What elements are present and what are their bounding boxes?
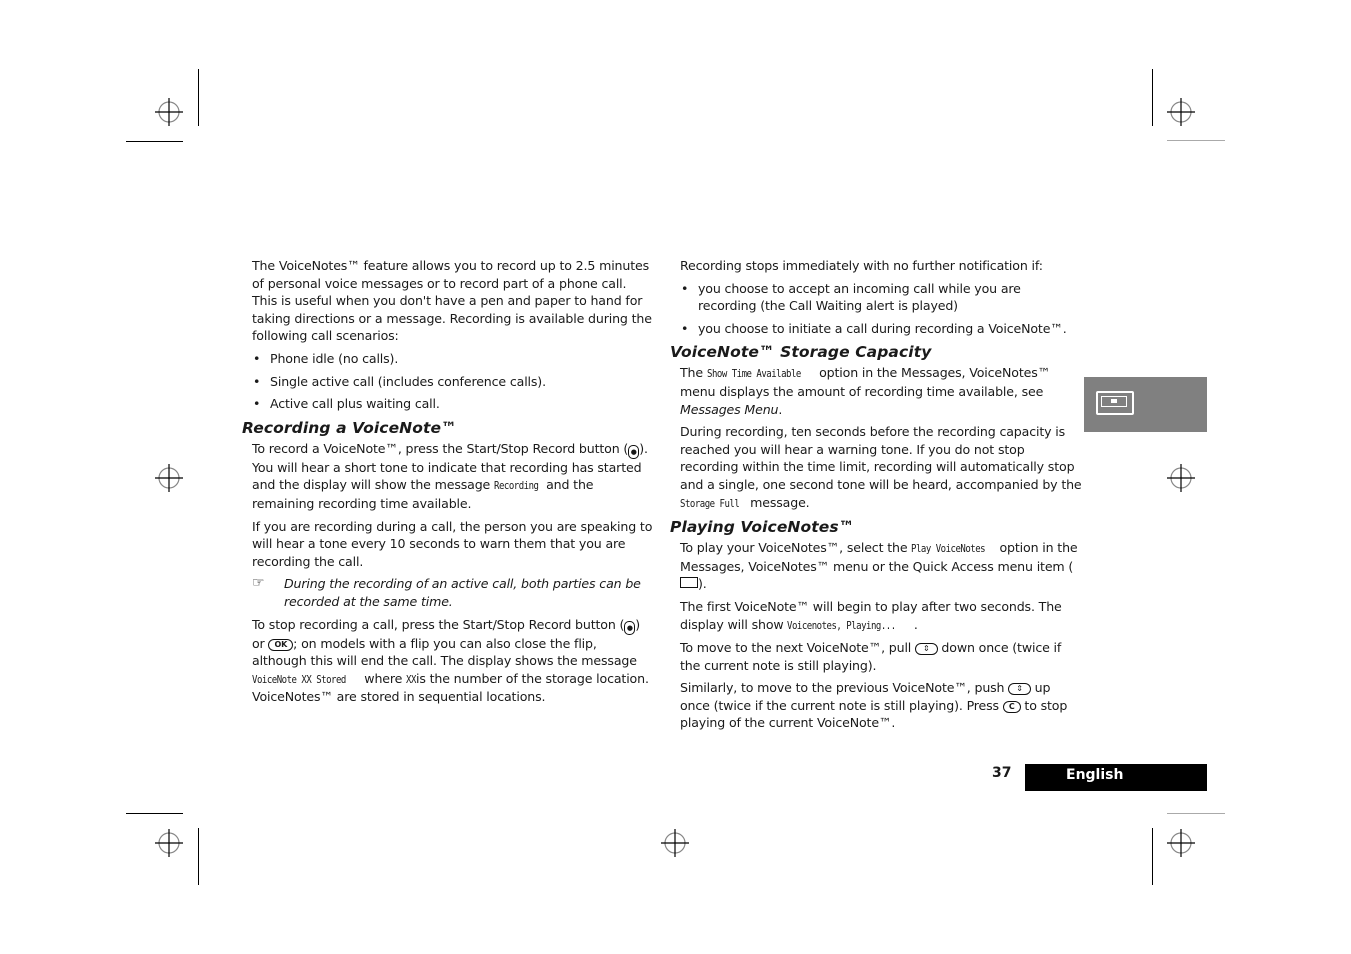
ok-key-icon: OK <box>268 638 294 651</box>
play-first-paragraph: The first VoiceNote™ will begin to play … <box>680 598 1082 634</box>
play-previous-paragraph: Similarly, to move to the previous Voice… <box>680 679 1082 732</box>
note: ☞ During the recording of an active call,… <box>252 575 654 610</box>
stops-item: you choose to initiate a call during rec… <box>680 320 1082 338</box>
registration-mark-icon <box>155 829 183 857</box>
text: The <box>680 365 707 381</box>
navigation-key-icon: ⇕ <box>915 643 938 656</box>
section-tab <box>1084 377 1207 432</box>
lcd-text: VoiceNote XX Stored <box>252 672 346 686</box>
left-column: The VoiceNotes™ feature allows you to re… <box>242 257 654 711</box>
scenario-item: Phone idle (no calls). <box>252 350 654 368</box>
cassette-icon <box>1096 391 1134 415</box>
navigation-key-icon: ⇕ <box>1008 683 1031 696</box>
text: message. <box>746 494 810 510</box>
registration-mark-icon <box>155 464 183 492</box>
scenario-item: Active call plus waiting call. <box>252 395 654 413</box>
lcd-text: Play VoiceNotes <box>911 542 986 556</box>
text: ; on models with a flip you can also clo… <box>252 635 637 669</box>
lcd-text: Voicenotes, Playing... <box>787 618 897 632</box>
lcd-text: Recording <box>494 479 539 493</box>
hand-pointing-icon: ☞ <box>252 575 265 592</box>
text: . <box>913 616 918 632</box>
crop-mark <box>1152 828 1153 885</box>
text: To move to the next VoiceNote™, pull <box>680 640 916 656</box>
scenario-item: Single active call (includes conference … <box>252 373 654 391</box>
lcd-text: Storage Full <box>680 496 740 510</box>
storage-warning-paragraph: During recording, ten seconds before the… <box>680 423 1082 512</box>
note-text: During the recording of an active call, … <box>284 576 641 609</box>
recording-paragraph: To record a VoiceNote™, press the Start/… <box>252 440 654 513</box>
recording-heading: Recording a VoiceNote™ <box>242 418 457 437</box>
stop-paragraph: To stop recording a call, press the Star… <box>252 616 654 706</box>
page-number: 37 <box>992 765 1012 781</box>
registration-mark-icon <box>661 829 689 857</box>
intro-paragraph: The VoiceNotes™ feature allows you to re… <box>252 258 652 344</box>
crop-mark <box>1152 69 1153 126</box>
stops-item: you choose to accept an incoming call wh… <box>680 280 1082 315</box>
crop-mark <box>1167 140 1225 141</box>
registration-mark-icon <box>1167 829 1195 857</box>
record-button-icon: ● <box>628 444 640 459</box>
text: During recording, ten seconds before the… <box>680 424 1082 492</box>
storage-heading: VoiceNote™ Storage Capacity <box>670 343 932 362</box>
right-column: Recording stops immediately with no furt… <box>670 257 1082 737</box>
crop-mark <box>1167 813 1225 814</box>
crop-mark <box>126 141 183 142</box>
record-button-icon: ● <box>624 620 636 635</box>
storage-paragraph: The Show Time Available option in the Me… <box>680 364 1082 418</box>
text: where <box>360 670 407 686</box>
registration-mark-icon <box>155 98 183 126</box>
crop-mark <box>126 813 183 814</box>
text: Similarly, to move to the previous Voice… <box>680 680 1009 696</box>
stops-intro: Recording stops immediately with no furt… <box>680 258 1043 273</box>
crop-mark <box>198 828 199 885</box>
registration-mark-icon <box>1167 98 1195 126</box>
play-paragraph: To play your VoiceNotes™, select the Pla… <box>680 539 1082 593</box>
text: To record a VoiceNote™, press the Start/… <box>252 440 629 456</box>
text: To stop recording a call, press the Star… <box>252 616 625 632</box>
text: To play your VoiceNotes™, select the <box>680 540 912 556</box>
language-label: English <box>1025 764 1207 791</box>
cassette-quick-access-icon <box>680 577 698 589</box>
lcd-text: Show Time Available <box>706 367 801 381</box>
messages-menu-link[interactable]: Messages Menu <box>680 402 779 417</box>
registration-mark-icon <box>1167 464 1195 492</box>
c-key-icon: C <box>1002 700 1021 713</box>
text: ). <box>698 576 707 592</box>
play-next-paragraph: To move to the next VoiceNote™, pull ⇕ d… <box>680 639 1082 674</box>
playing-heading: Playing VoiceNotes™ <box>670 518 855 537</box>
lcd-text: XX <box>406 672 416 686</box>
recording-call-paragraph: If you are recording during a call, the … <box>252 518 653 569</box>
text: . <box>778 401 783 417</box>
crop-mark <box>198 69 199 126</box>
